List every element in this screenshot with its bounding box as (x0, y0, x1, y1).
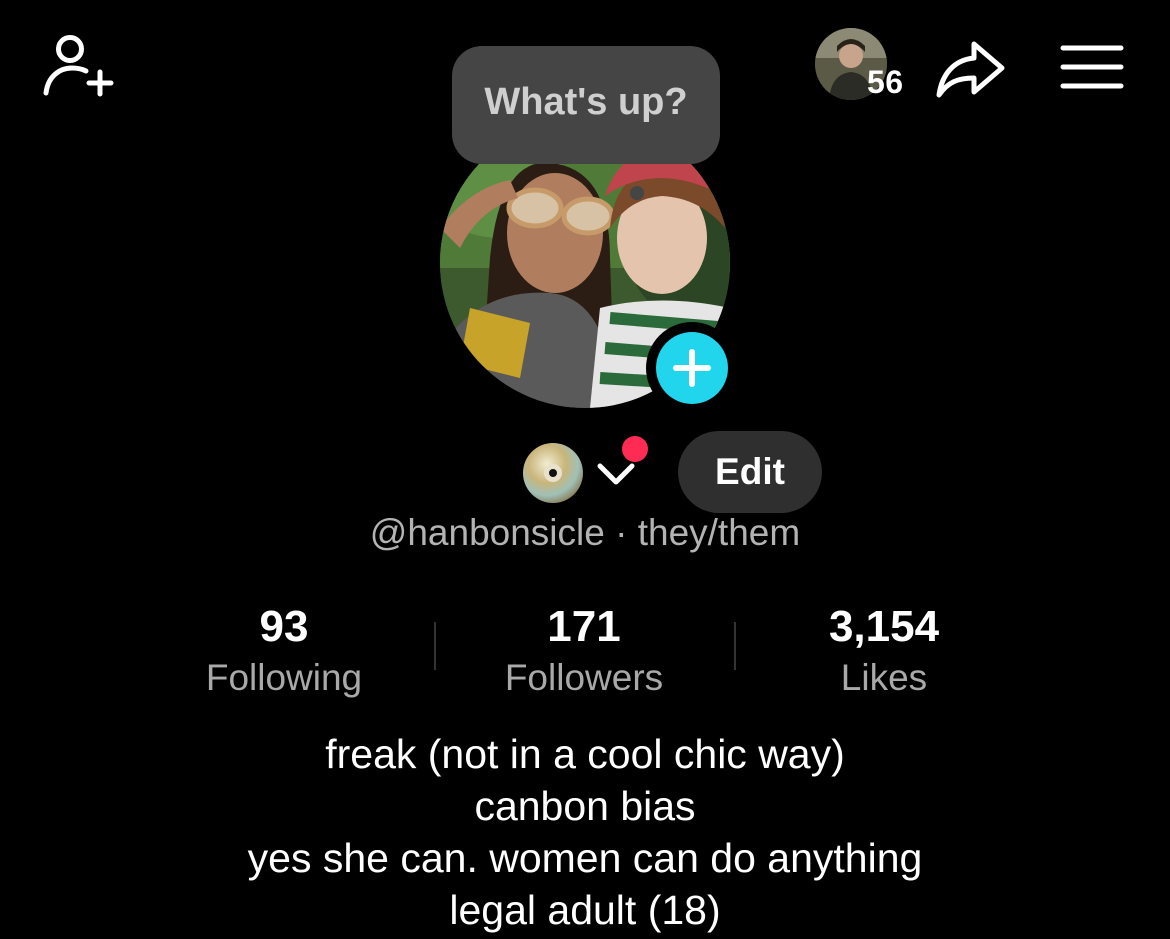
person-plus-icon (43, 35, 114, 97)
following-label: Following (205, 657, 363, 698)
chevron-down-icon (597, 463, 635, 485)
menu-button[interactable] (1060, 44, 1124, 90)
hamburger-menu-icon (1060, 45, 1124, 89)
viewers-count: 56 (867, 64, 904, 100)
likes-count: 3,154 (828, 602, 940, 651)
share-button[interactable] (934, 38, 1008, 102)
stat-divider (734, 622, 736, 670)
stat-followers[interactable]: 171 Followers (464, 600, 704, 702)
add-story-button[interactable] (646, 322, 738, 414)
pronouns: they/them (637, 512, 801, 553)
bio-line: yes she can. women can do anything (247, 835, 923, 881)
username: @hanbonsicle (369, 512, 605, 553)
stat-divider (434, 622, 436, 670)
followers-count: 171 (547, 602, 621, 651)
bio-line: freak (not in a cool chic way) (325, 731, 845, 777)
notification-dot (622, 436, 648, 462)
note-text: What's up? (484, 80, 688, 123)
add-story-circle (656, 332, 728, 404)
likes-label: Likes (840, 657, 928, 698)
share-arrow-icon (936, 41, 1005, 98)
stat-likes[interactable]: 3,154 Likes (764, 600, 1004, 702)
bio-line: legal adult (18) (449, 887, 721, 933)
following-count: 93 (259, 602, 309, 651)
stat-following[interactable]: 93 Following (164, 600, 404, 702)
plus-icon (673, 349, 711, 387)
followers-label: Followers (504, 657, 664, 698)
add-friend-button[interactable] (40, 32, 120, 102)
bio-line: canbon bias (474, 783, 696, 829)
username-separator: · (604, 512, 638, 553)
note-pointer-dot (630, 186, 644, 200)
bio: freak (not in a cool chic way) canbon bi… (0, 728, 1170, 936)
edit-profile-button[interactable]: Edit (678, 431, 822, 513)
profile-viewers-button[interactable]: 56 (815, 28, 915, 104)
username-line: @hanbonsicle · they/them (0, 512, 1170, 554)
cd-disc-icon (523, 443, 583, 503)
note-bubble[interactable]: What's up? (452, 46, 720, 164)
